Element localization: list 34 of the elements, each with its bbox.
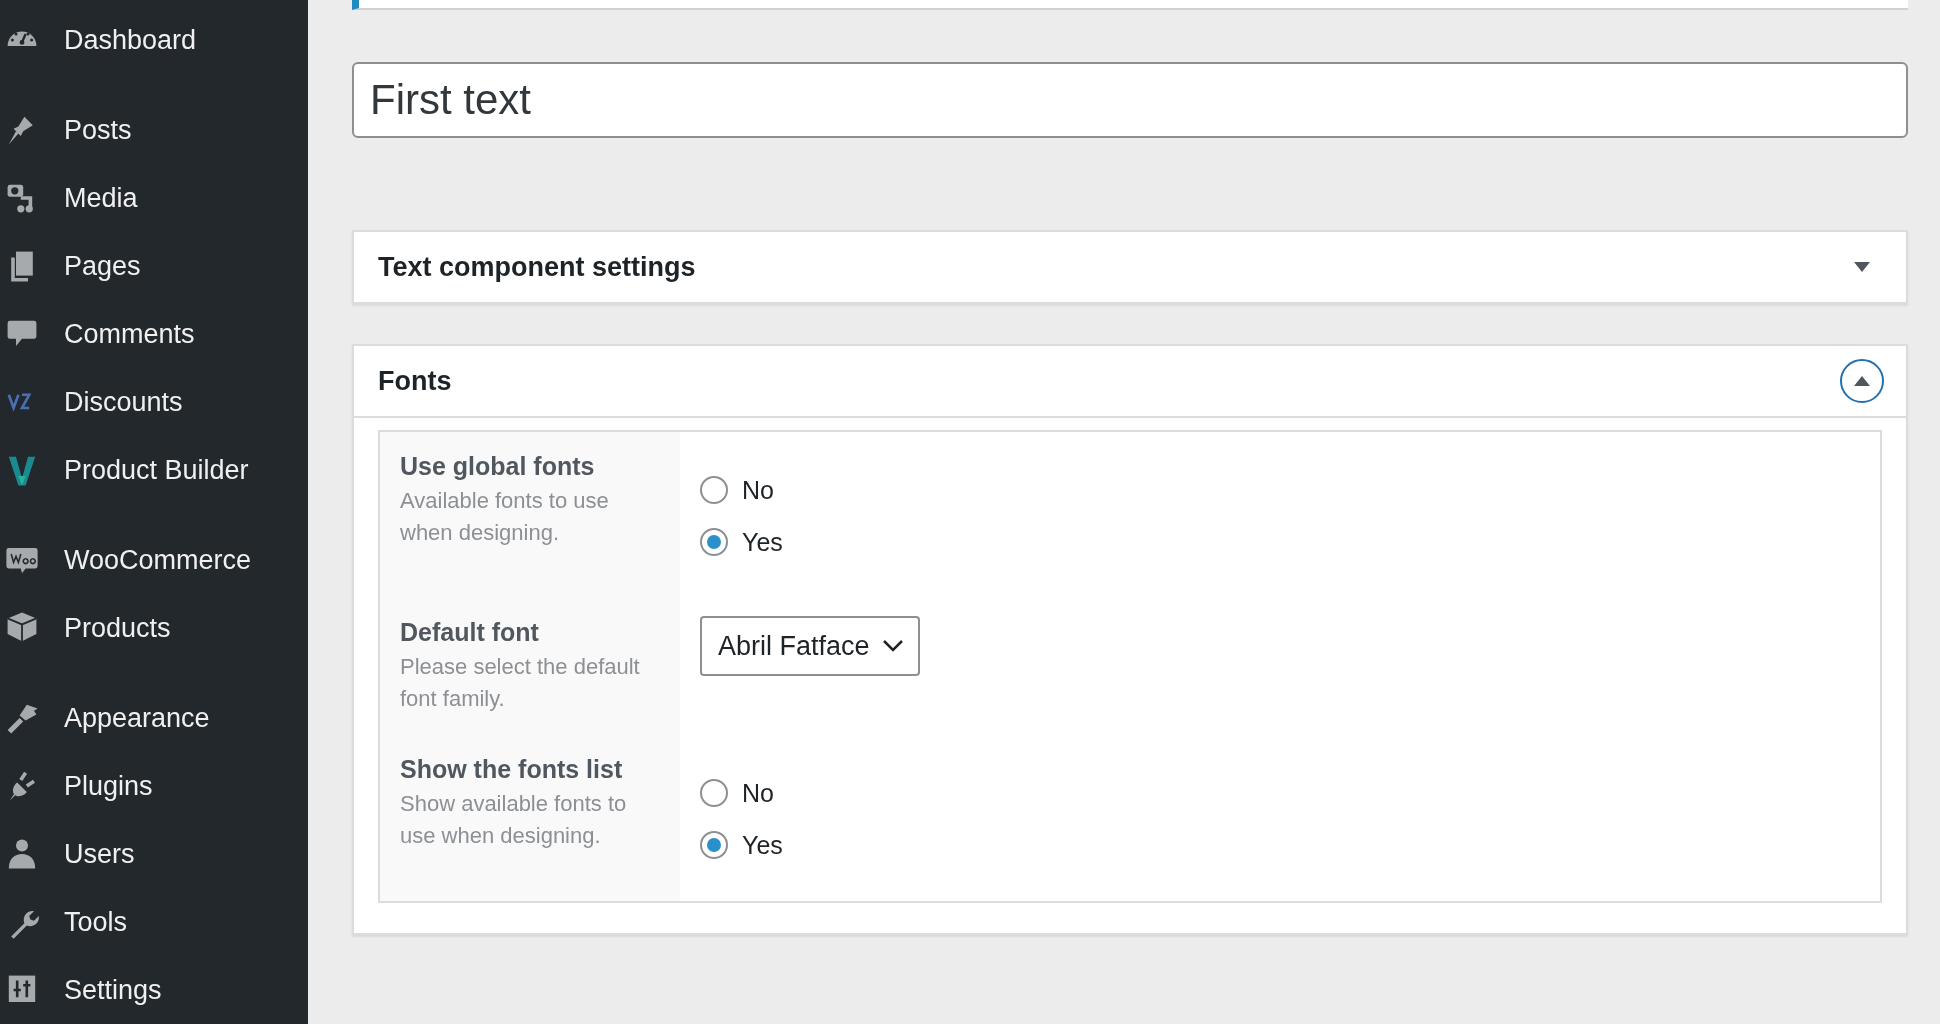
- radio-option[interactable]: Yes: [700, 516, 1860, 568]
- radio-button[interactable]: [700, 779, 728, 807]
- title-field[interactable]: First text: [352, 62, 1908, 138]
- panel-header[interactable]: Fonts: [354, 346, 1906, 418]
- toggle-icon[interactable]: [1840, 359, 1884, 403]
- sidebar-item[interactable]: Products: [0, 594, 308, 662]
- setting-label: Use global fonts: [400, 452, 596, 481]
- chevron-icon: [881, 639, 904, 653]
- radio-option[interactable]: No: [700, 767, 1860, 819]
- sidebar-item[interactable]: Plugins: [0, 752, 308, 820]
- radio-option[interactable]: Yes: [700, 819, 1860, 871]
- radio-button[interactable]: [700, 476, 728, 504]
- sidebar-item[interactable]: Discounts: [0, 368, 308, 436]
- setting-label: Show the fonts list: [400, 755, 624, 784]
- sidebar-item[interactable]: Pages: [0, 232, 308, 300]
- sidebar-item[interactable]: Settings: [0, 956, 308, 1024]
- radio-button[interactable]: [700, 831, 728, 859]
- sidebar-item[interactable]: Tools: [0, 888, 308, 956]
- panel-header[interactable]: Text component settings: [354, 232, 1906, 302]
- sidebar-item[interactable]: Product Builder: [0, 436, 308, 504]
- radio-option[interactable]: No: [700, 464, 1860, 516]
- radio-button[interactable]: [700, 528, 728, 556]
- setting-label: Default font: [400, 618, 540, 647]
- sidebar-item[interactable]: Appearance: [0, 684, 308, 752]
- sidebar-item[interactable]: Posts: [0, 96, 308, 164]
- setting-description: Please select the default font family.: [400, 653, 641, 713]
- sidebar-item[interactable]: WooCommerce: [0, 526, 308, 594]
- sidebar-item[interactable]: Media: [0, 164, 308, 232]
- setting-description: Show available fonts to use when designing.: [400, 790, 628, 850]
- sidebar-item[interactable]: Comments: [0, 300, 308, 368]
- sidebar-item[interactable]: Dashboard: [0, 6, 308, 74]
- sidebar-item[interactable]: Users: [0, 820, 308, 888]
- setting-description: Available fonts to use when designing.: [400, 487, 610, 547]
- font-dropdown[interactable]: Abril Fatface: [700, 616, 920, 676]
